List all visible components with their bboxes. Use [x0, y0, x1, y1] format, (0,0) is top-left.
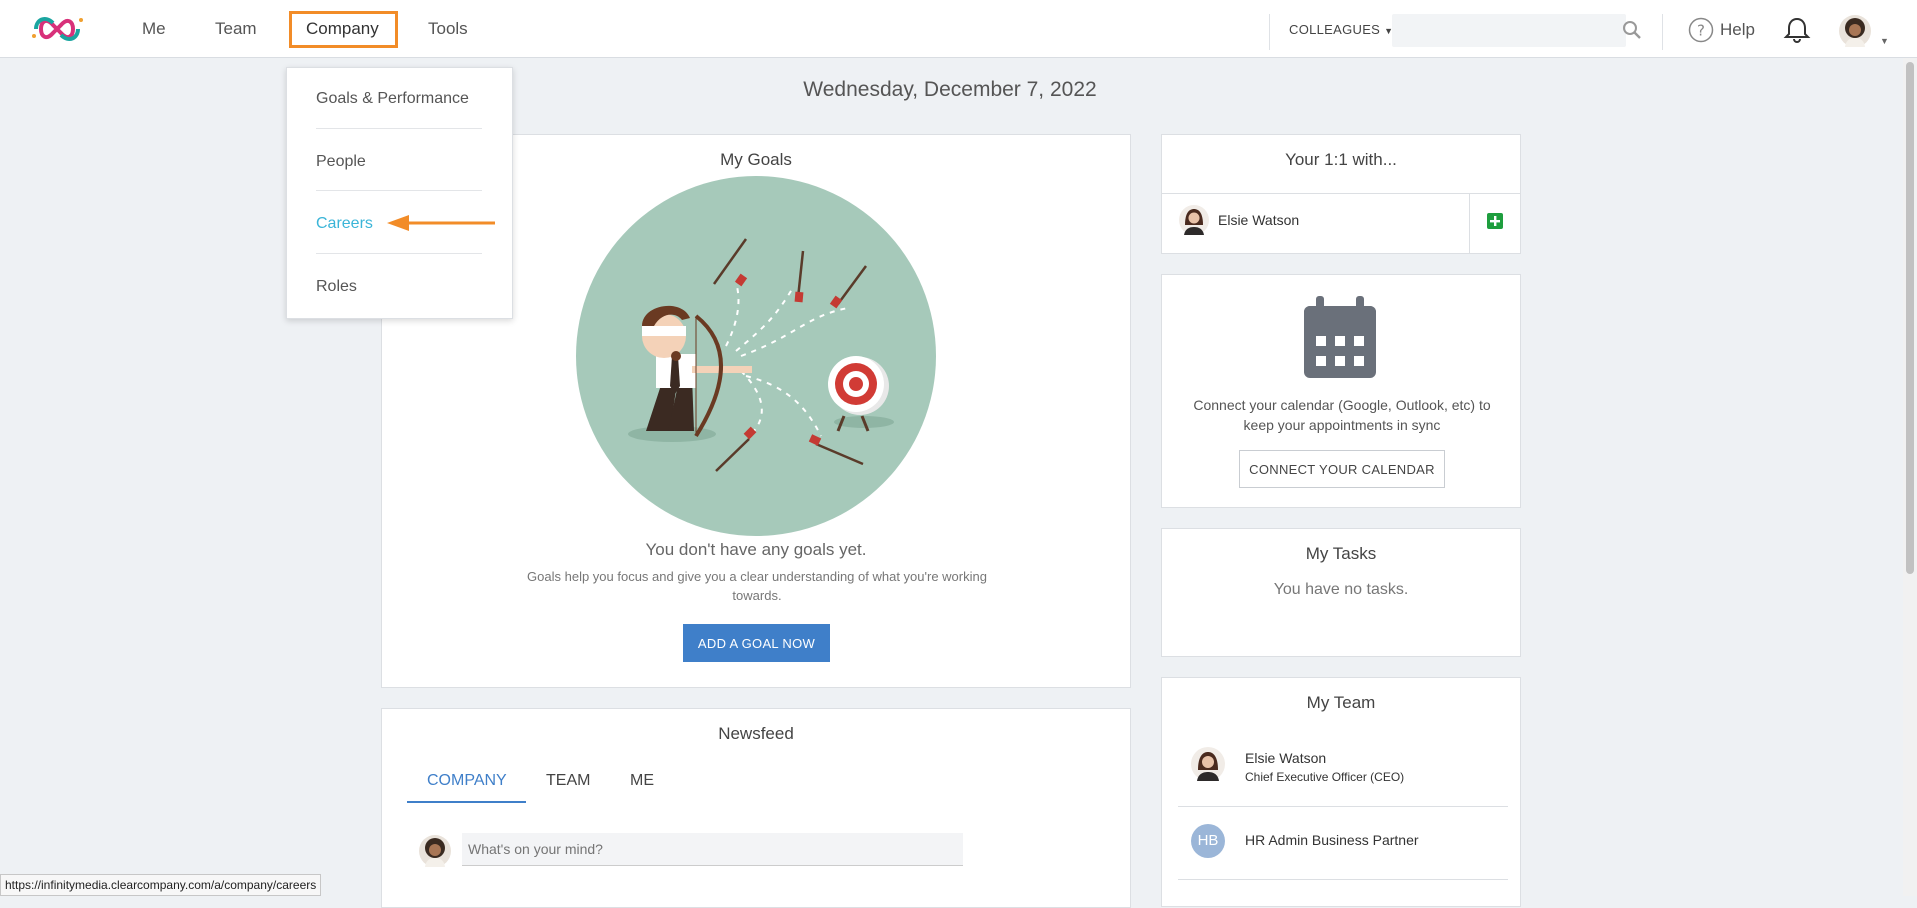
one-on-one-panel: Your 1:1 with... Elsie Watson: [1161, 134, 1521, 254]
company-dropdown-menu: Goals & Performance People Careers Roles: [286, 67, 513, 319]
one-on-one-person-name[interactable]: Elsie Watson: [1218, 212, 1299, 228]
help-circle-icon[interactable]: ?: [1688, 17, 1714, 43]
post-input[interactable]: [462, 833, 963, 866]
team-member-row[interactable]: Elsie Watson Chief Executive Officer (CE…: [1178, 740, 1508, 802]
calendar-icon: [1304, 296, 1376, 378]
active-tab-indicator: [407, 801, 526, 803]
my-tasks-panel: My Tasks You have no tasks.: [1161, 528, 1521, 657]
panel-title: My Team: [1306, 693, 1376, 712]
tab-team[interactable]: TEAM: [546, 772, 590, 790]
add-goal-button[interactable]: ADD A GOAL NOW: [683, 624, 830, 662]
my-team-panel: My Team Elsie Watson Chief Executive Off…: [1161, 677, 1521, 907]
person-avatar: [1191, 747, 1225, 781]
divider: [316, 190, 482, 191]
divider: [316, 128, 482, 129]
nav-tools[interactable]: Tools: [428, 19, 468, 39]
nav-me[interactable]: Me: [142, 19, 166, 39]
menu-item-people[interactable]: People: [316, 153, 366, 171]
arrow-left-icon: [387, 215, 495, 231]
scrollbar-thumb[interactable]: [1906, 62, 1914, 574]
nav-company[interactable]: Company: [306, 19, 379, 39]
menu-item-goals-performance[interactable]: Goals & Performance: [316, 90, 469, 108]
infinity-logo-icon[interactable]: [24, 10, 90, 48]
divider: [1178, 879, 1508, 880]
divider: [1162, 193, 1520, 194]
nav-team[interactable]: Team: [215, 19, 257, 39]
person-avatar: [1179, 205, 1209, 235]
divider: [316, 253, 482, 254]
page-date-title: Wednesday, December 7, 2022: [803, 78, 1097, 101]
initials-avatar: HB: [1191, 824, 1225, 858]
top-navbar: Me Team Company Tools COLLEAGUES ▼ ? Hel…: [0, 0, 1917, 58]
divider: [1178, 806, 1508, 807]
divider: [1469, 194, 1470, 254]
status-bar-url: https://infinitymedia.clearcompany.com/a…: [0, 874, 322, 896]
divider: [1269, 14, 1270, 50]
connect-calendar-button[interactable]: CONNECT YOUR CALENDAR: [1239, 450, 1445, 488]
user-avatar: [419, 835, 451, 867]
help-link[interactable]: Help: [1720, 20, 1755, 40]
team-member-name: HR Admin Business Partner: [1245, 832, 1419, 848]
divider: [1662, 14, 1663, 50]
colleagues-dropdown[interactable]: COLLEAGUES ▼: [1289, 22, 1393, 37]
archer-illustration: [576, 176, 936, 536]
plus-square-icon[interactable]: [1486, 212, 1504, 230]
panel-title: My Tasks: [1305, 544, 1377, 563]
team-member-name: Elsie Watson: [1245, 750, 1327, 766]
menu-item-careers[interactable]: Careers: [316, 215, 373, 233]
caret-down-icon[interactable]: ▼: [1880, 36, 1889, 46]
search-input[interactable]: [1392, 14, 1626, 47]
calendar-description: Connect your calendar (Google, Outlook, …: [1193, 397, 1491, 433]
team-member-role: Chief Executive Officer (CEO): [1245, 770, 1405, 784]
colleagues-label: COLLEAGUES: [1289, 22, 1381, 37]
panel-title: Your 1:1 with...: [1285, 150, 1397, 169]
search-icon[interactable]: [1622, 20, 1642, 40]
menu-item-roles[interactable]: Roles: [316, 278, 357, 296]
user-avatar[interactable]: [1839, 15, 1871, 47]
goals-empty-heading: You don't have any goals yet.: [645, 540, 867, 559]
tasks-empty-text: You have no tasks.: [1273, 581, 1409, 598]
team-member-row[interactable]: HB HR Admin Business Partner: [1178, 812, 1508, 872]
bell-icon[interactable]: [1783, 16, 1811, 44]
newsfeed-panel: Newsfeed COMPANY TEAM ME: [381, 708, 1131, 908]
tab-company[interactable]: COMPANY: [427, 772, 507, 790]
panel-title: Newsfeed: [718, 724, 794, 743]
tab-me[interactable]: ME: [630, 772, 654, 790]
calendar-connect-panel: Connect your calendar (Google, Outlook, …: [1161, 274, 1521, 508]
svg-text:?: ?: [1697, 22, 1705, 40]
goals-description: Goals help you focus and give you a clea…: [527, 569, 987, 603]
